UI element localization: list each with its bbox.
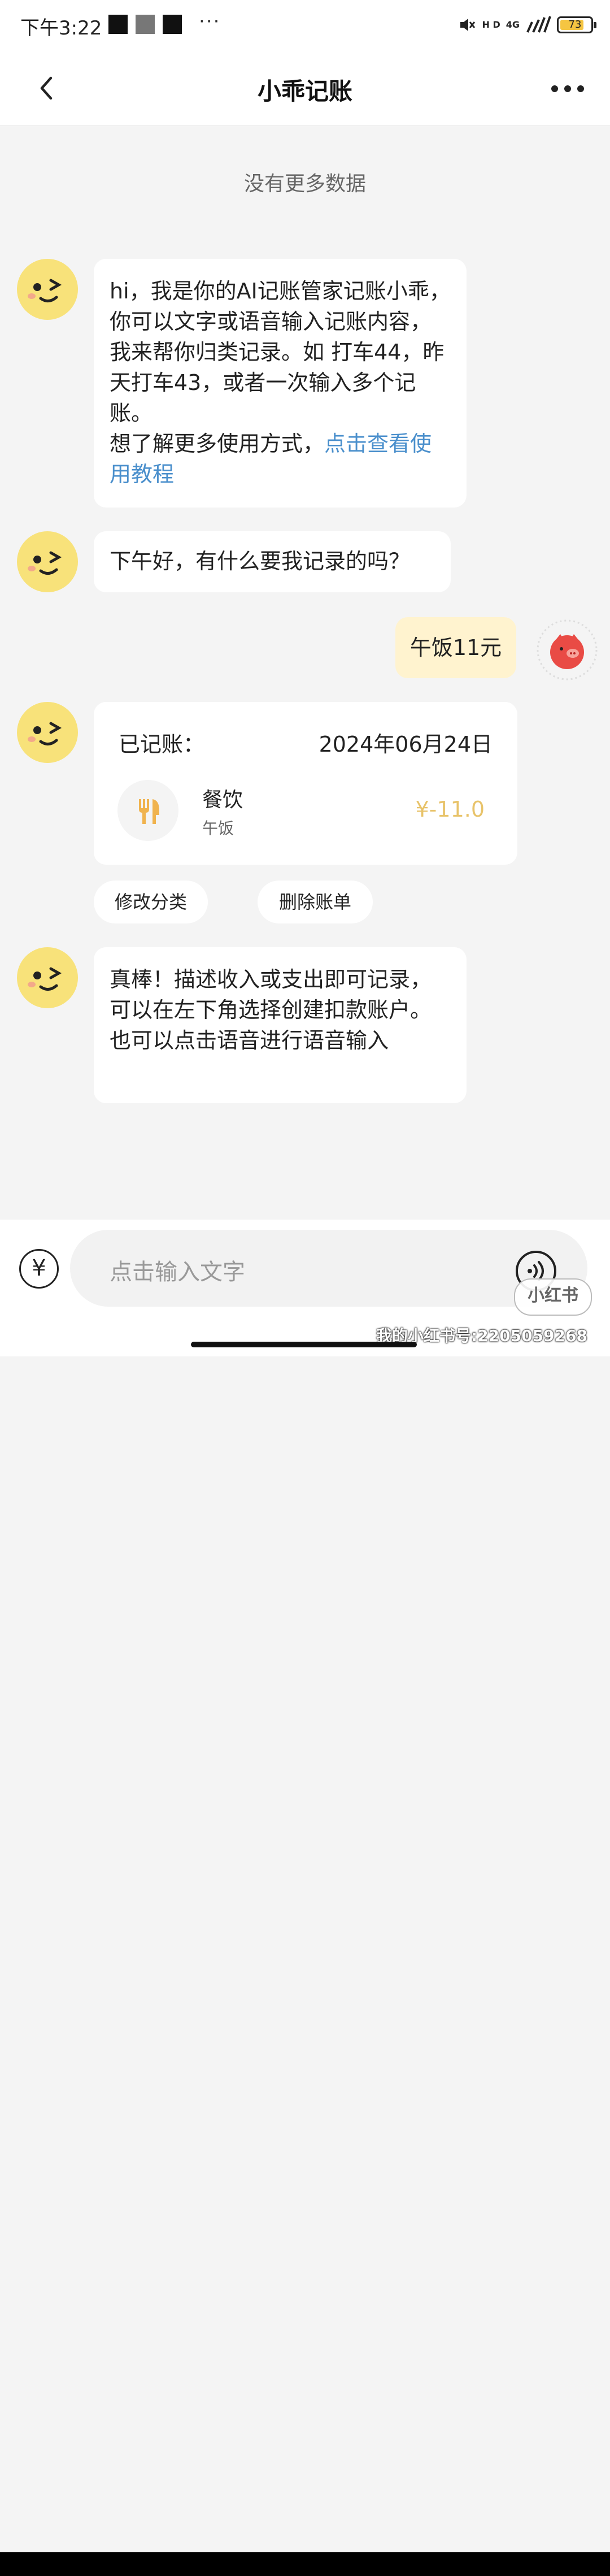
bot-message-bubble: 下午好，有什么要我记录的吗？ [94,531,451,592]
home-indicator[interactable] [191,1342,417,1347]
signal-icon [526,16,551,33]
more-notifications-icon: ··· [199,10,221,33]
bot-avatar-icon [17,947,78,1008]
input-bar: ¥ 点击输入文字 小红书 我的小红书号:2205059268 [0,1220,610,2576]
battery-icon: 73 [557,16,596,33]
user-message-bubble: 午饭11元 [395,617,516,678]
record-category: 餐饮 [202,788,243,812]
delete-bill-button[interactable]: 删除账单 [258,881,373,923]
account-yen-button[interactable]: ¥ [19,1249,59,1289]
message-text: 想了解更多使用方式， [110,431,325,456]
hd-label: H D [482,19,500,30]
more-menu-icon[interactable] [548,75,587,103]
watermark-logo: 小红书 [514,1278,592,1316]
record-date: 2024年06月24日 [319,732,493,757]
network-label: 4G [506,19,520,30]
mute-icon [460,19,476,31]
fork-knife-icon [139,799,159,824]
record-note: 午饭 [202,819,234,838]
status-bar: 下午3:22 ··· H D 4G 73 [0,0,610,51]
record-label: 已记账： [119,732,205,757]
text-input[interactable]: 点击输入文字 [70,1230,587,1307]
nav-bar: 小乖记账 [0,51,610,126]
no-more-data-label: 没有更多数据 [243,172,366,196]
status-indicators: H D 4G 73 [457,14,596,36]
notification-icon [108,15,128,34]
modify-category-button[interactable]: 修改分类 [94,881,208,923]
user-avatar-icon [537,619,598,680]
bot-message-bubble: hi，我是你的AI记账管家记账小乖，你可以文字或语音输入记账内容，我来帮你归类记… [94,259,467,508]
record-amount: ¥-11.0 [415,797,485,822]
bottom-strip [0,2552,610,2576]
bot-avatar-icon [17,531,78,592]
input-placeholder: 点击输入文字 [110,1259,245,1285]
message-text: 午饭11元 [409,635,502,660]
bot-avatar-icon [17,259,78,320]
message-text: 下午好，有什么要我记录的吗？ [110,549,411,574]
page-title: 小乖记账 [257,77,352,105]
message-text: hi，我是你的AI记账管家记账小乖，你可以文字或语音输入记账内容，我来帮你归类记… [110,279,451,426]
category-icon-wrap [117,780,178,841]
bot-message-bubble: 真棒！描述收入或支出即可记录，可以在左下角选择创建扣款账户。也可以点击语音进行语… [94,947,467,1103]
message-text: 真棒！描述收入或支出即可记录，可以在左下角选择创建扣款账户。也可以点击语音进行语… [110,967,432,1053]
notification-icon [136,15,155,34]
status-time: 下午3:22 [20,17,102,40]
bot-avatar-icon [17,702,78,763]
record-card[interactable]: 已记账： 2024年06月24日 餐饮 午饭 ¥-11.0 [94,702,517,865]
notification-icon [163,15,182,34]
